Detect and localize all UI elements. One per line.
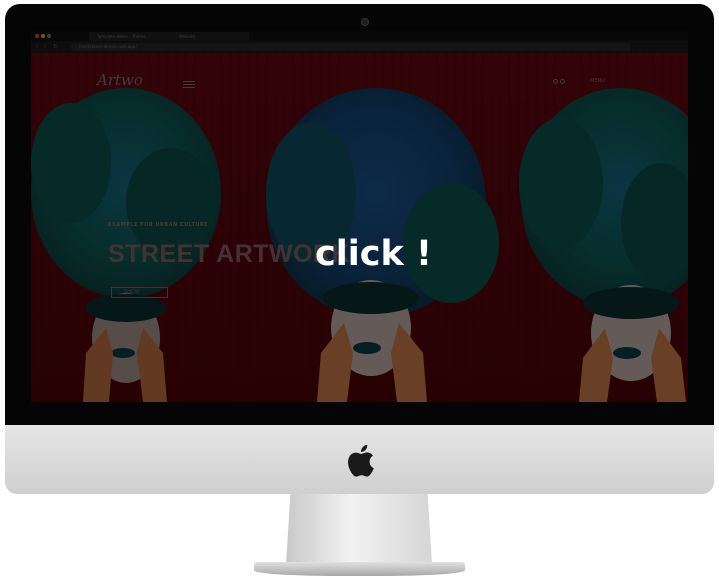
imac-mockup: Template demo - Theme Website ‹ › ↻ hear… bbox=[0, 0, 719, 584]
click-cta-label[interactable]: click ! bbox=[45, 231, 688, 277]
camera-icon bbox=[361, 18, 369, 26]
monitor-stand-neck bbox=[286, 494, 432, 564]
dim-overlay[interactable]: click ! bbox=[31, 31, 688, 402]
apple-logo-icon bbox=[348, 444, 374, 477]
monitor-screen[interactable]: Template demo - Theme Website ‹ › ↻ hear… bbox=[31, 31, 688, 402]
monitor-stand-base bbox=[254, 562, 465, 576]
